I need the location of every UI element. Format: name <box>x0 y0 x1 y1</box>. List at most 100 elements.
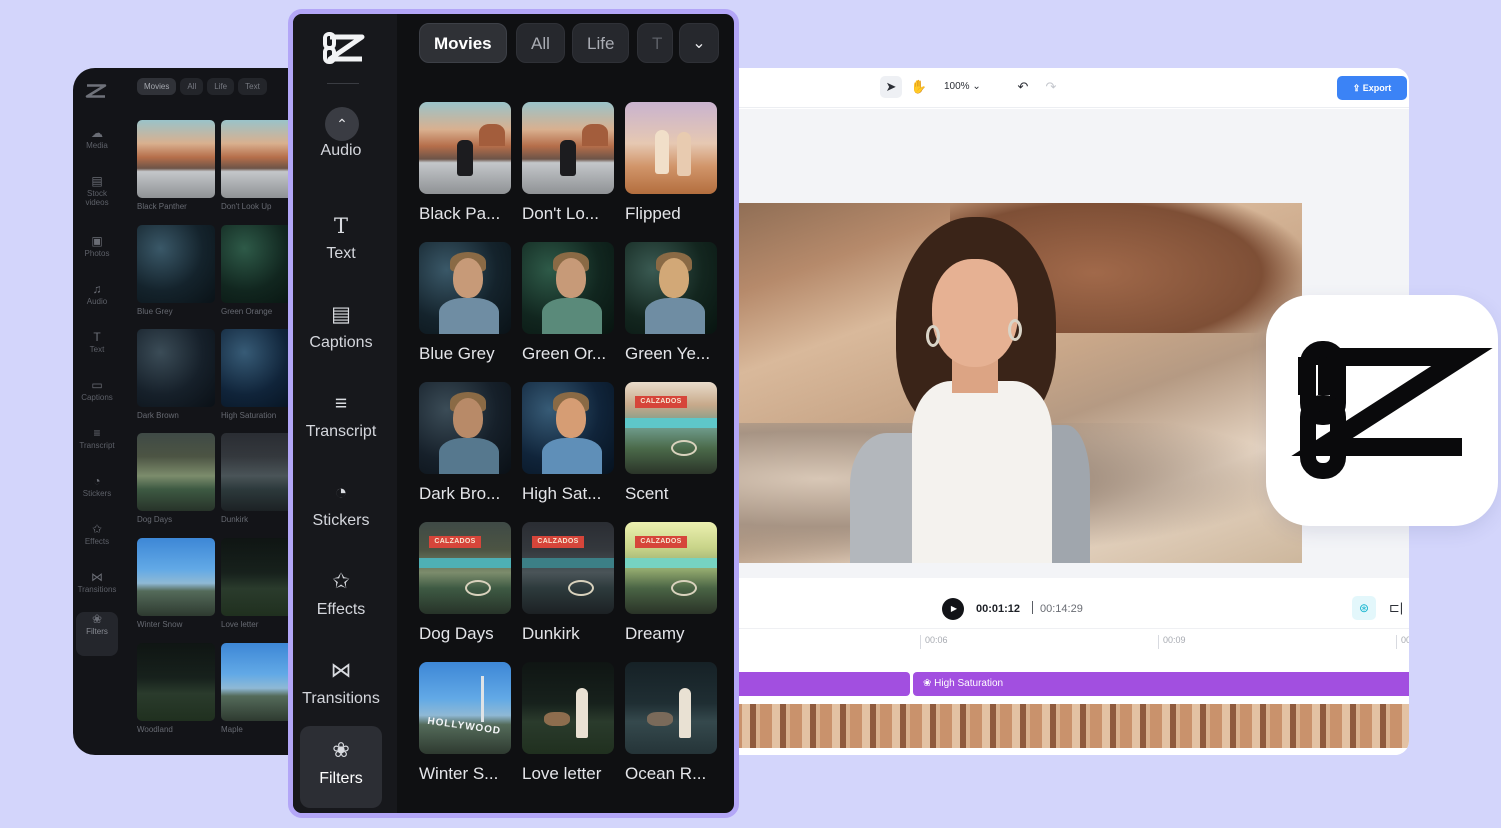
sidebar-item-label: Transitions <box>302 690 380 707</box>
export-button[interactable]: ⇪ Export <box>1337 76 1407 100</box>
upload-icon: ⇪ <box>1352 83 1363 93</box>
background-rail-label: Stickers <box>82 489 112 498</box>
scroll-up-button[interactable]: ⌃ <box>325 107 359 141</box>
filter-label: Don't Lo... <box>522 204 599 223</box>
background-rail-label: Filters <box>86 627 108 636</box>
filter-card[interactable]: Dark Bro... <box>419 382 511 504</box>
filter-card[interactable]: Love letter <box>522 662 614 784</box>
current-time: 00:01:12 <box>976 603 1021 615</box>
filters-icon: ❀ <box>91 612 103 626</box>
filter-card[interactable]: Blue Grey <box>419 242 511 364</box>
timeline-panel: ▶ 00:01:12 00:14:29 ⊛ ⊏| 00:06 00:09 00 … <box>700 578 1409 755</box>
cursor-icon: ➤ <box>885 79 897 94</box>
filter-label: Flipped <box>625 204 681 223</box>
filter-label: Love letter <box>522 764 602 783</box>
filter-label: Blue Grey <box>419 344 495 363</box>
background-thumbnail <box>137 538 215 616</box>
capcut-app-icon <box>1266 295 1498 526</box>
filter-clip-high-saturation[interactable]: ❀ High Saturation <box>913 672 1409 696</box>
sticker-icon: ◔ <box>93 474 101 488</box>
filter-clip-label: High Saturation <box>934 678 1004 689</box>
transition-icon: ⋈ <box>91 570 103 584</box>
tab-life[interactable]: Life <box>572 23 630 63</box>
background-card-label: Woodland <box>137 725 173 734</box>
sidebar-item-stickers[interactable]: ◔ Stickers <box>300 468 382 550</box>
filter-thumbnail: CALZADOS <box>522 522 614 614</box>
background-card: Winter Snow <box>137 538 217 631</box>
play-button[interactable]: ▶ <box>942 598 964 620</box>
sidebar-item-label: Captions <box>309 334 373 351</box>
text-icon: T <box>93 330 101 344</box>
sidebar-item-label: Effects <box>316 601 366 618</box>
tab-truncated[interactable]: T <box>637 23 673 63</box>
filter-card[interactable]: CALZADOS Scent <box>625 382 717 504</box>
filter-card[interactable]: High Sat... <box>522 382 614 504</box>
filter-label: Scent <box>625 484 669 503</box>
time-separator <box>1032 601 1033 614</box>
background-rail-item: ◔ Stickers <box>76 474 118 518</box>
zoom-dropdown[interactable]: 100% ⌄ <box>944 76 981 98</box>
filter-card[interactable]: CALZADOS Dreamy <box>625 522 717 644</box>
filter-card[interactable]: Black Pa... <box>419 102 511 224</box>
filter-card[interactable]: HOLLYWOOD Winter S... <box>419 662 511 784</box>
filter-label: Dreamy <box>625 624 685 643</box>
ruler-tick: 00 <box>1396 635 1409 649</box>
sidebar-item-captions[interactable]: ▤ Captions <box>300 290 382 372</box>
video-track-filmstrip[interactable] <box>700 704 1409 748</box>
background-thumbnail <box>137 120 215 198</box>
filter-track: ❀ High Saturation <box>700 672 1409 696</box>
timeline-ruler[interactable]: 00:06 00:09 00 <box>700 628 1409 650</box>
sidebar-item-effects[interactable]: ✩ Effects <box>300 557 382 639</box>
filter-thumbnail <box>625 102 717 194</box>
filters-panel: ♫ Audio ⌃ T Text ▤ Captions ≡ Transcript… <box>288 9 739 818</box>
preview-video-frame[interactable] <box>700 203 1302 563</box>
filter-thumbnail: CALZADOS <box>625 382 717 474</box>
filter-card[interactable]: Green Or... <box>522 242 614 364</box>
sidebar-item-filters[interactable]: ❀ Filters <box>300 726 382 808</box>
select-pointer-button[interactable]: ➤ <box>880 76 902 98</box>
background-rail-label: Media <box>86 141 108 150</box>
filter-card[interactable]: Green Ye... <box>625 242 717 364</box>
filter-thumbnail <box>522 242 614 334</box>
filter-label: Green Or... <box>522 344 607 363</box>
undo-button[interactable]: ↶ <box>1012 76 1034 98</box>
filter-card[interactable]: Ocean R... <box>625 662 717 784</box>
snap-toggle-button[interactable]: ⊛ <box>1352 596 1376 620</box>
filter-card[interactable]: CALZADOS Dunkirk <box>522 522 614 644</box>
tab-movies[interactable]: Movies <box>419 23 507 63</box>
sidebar-item-label: Stickers <box>312 512 370 529</box>
background-thumbnail <box>137 643 215 721</box>
play-icon: ▶ <box>950 604 958 613</box>
background-rail-item: ❀ Filters <box>76 612 118 656</box>
music-note-icon: ♫ <box>92 282 102 296</box>
filter-thumbnail <box>522 662 614 754</box>
hollywood-sign: HOLLYWOOD <box>426 715 502 737</box>
filter-thumbnail <box>419 102 511 194</box>
sidebar-item-label: Audio <box>320 142 362 159</box>
chevron-down-icon: ⌄ <box>692 35 706 52</box>
filter-thumbnail: CALZADOS <box>625 522 717 614</box>
split-button[interactable]: ⊏| <box>1386 596 1406 620</box>
undo-icon: ↶ <box>1017 79 1029 94</box>
redo-button[interactable]: ↷ <box>1040 76 1062 98</box>
background-tab: Life <box>207 78 235 95</box>
sidebar-item-text[interactable]: T Text <box>300 201 382 283</box>
transcript-icon: ≡ <box>93 426 101 440</box>
filter-card[interactable]: Don't Lo... <box>522 102 614 224</box>
tab-all[interactable]: All <box>516 23 565 63</box>
hand-tool-button[interactable]: ✋ <box>908 76 930 98</box>
sidebar-item-transitions[interactable]: ⋈ Transitions <box>300 646 382 728</box>
store-sign: CALZADOS <box>429 536 481 548</box>
filter-thumbnail <box>419 382 511 474</box>
background-card-label: Dog Days <box>137 515 173 524</box>
filters-icon: ❀ <box>923 678 935 689</box>
ruler-tick: 00:06 <box>920 635 948 649</box>
total-duration: 00:14:29 <box>1040 603 1083 615</box>
magnet-icon: ⊛ <box>1358 601 1370 615</box>
filter-card[interactable]: Flipped <box>625 102 717 224</box>
sidebar-item-transcript[interactable]: ≡ Transcript <box>300 379 382 461</box>
filter-label: Green Ye... <box>625 344 711 363</box>
more-tabs-button[interactable]: ⌄ <box>679 23 719 63</box>
background-rail-item: ▭ Captions <box>76 378 118 422</box>
filter-card[interactable]: CALZADOS Dog Days <box>419 522 511 644</box>
